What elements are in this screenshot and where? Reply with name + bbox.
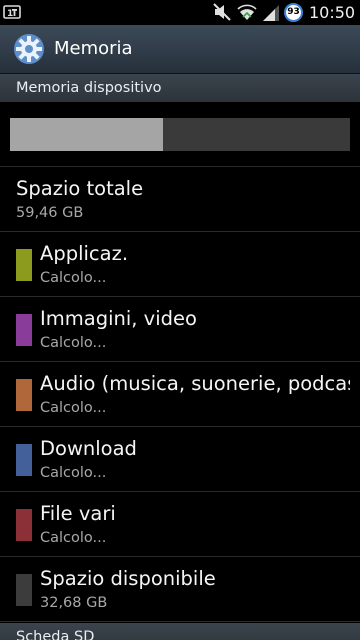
list-item-audio[interactable]: Audio (musica, suonerie, podcast) Calcol… (0, 362, 360, 427)
page-title: Memoria (54, 38, 133, 59)
storage-usage-fill (10, 118, 163, 151)
status-bar: 1 93 10:50 (0, 0, 360, 25)
list-item-misc-files[interactable]: File vari Calcolo... (0, 492, 360, 557)
section-header-sd-card: Scheda SD (0, 623, 360, 640)
list-item-download[interactable]: Download Calcolo... (0, 427, 360, 492)
action-bar: Memoria (0, 25, 360, 74)
battery-level: 93 (284, 3, 303, 22)
mute-icon (213, 3, 231, 21)
clock: 10:50 (309, 3, 356, 22)
storage-usage-bar (10, 118, 350, 151)
storage-usage-row (0, 101, 360, 167)
settings-gear-icon[interactable] (12, 32, 46, 66)
item-subtitle: Calcolo... (40, 335, 107, 351)
list-item-total-space[interactable]: Spazio totale 59,46 GB (0, 167, 360, 232)
item-title: Download (40, 437, 137, 460)
item-subtitle: Calcolo... (40, 530, 107, 546)
notification-icon: 1 (3, 5, 21, 19)
color-swatch (16, 249, 32, 281)
color-swatch (16, 379, 32, 411)
total-space-label: Spazio totale (16, 177, 144, 200)
item-title: Immagini, video (40, 307, 197, 330)
section-header-device-storage: Memoria dispositivo (0, 74, 360, 102)
color-swatch (16, 314, 32, 346)
signal-icon (263, 5, 279, 21)
item-subtitle: Calcolo... (40, 465, 107, 481)
item-title: Audio (musica, suonerie, podcast) (40, 372, 350, 395)
total-space-value: 59,46 GB (16, 205, 84, 221)
storage-screen: 1 93 10:50 Memoria Memoria dispositivo S… (0, 0, 360, 640)
item-title: Applicaz. (40, 242, 129, 265)
item-subtitle: Calcolo... (40, 270, 107, 286)
item-title: Spazio disponibile (40, 567, 216, 590)
list-item-apps[interactable]: Applicaz. Calcolo... (0, 232, 360, 297)
item-subtitle: Calcolo... (40, 400, 107, 416)
wifi-icon (237, 4, 257, 20)
color-swatch (16, 574, 32, 606)
list-item-images-video[interactable]: Immagini, video Calcolo... (0, 297, 360, 362)
color-swatch (16, 444, 32, 476)
list-item-available-space[interactable]: Spazio disponibile 32,68 GB (0, 557, 360, 622)
item-subtitle: 32,68 GB (40, 595, 108, 611)
color-swatch (16, 509, 32, 541)
item-title: File vari (40, 502, 116, 525)
